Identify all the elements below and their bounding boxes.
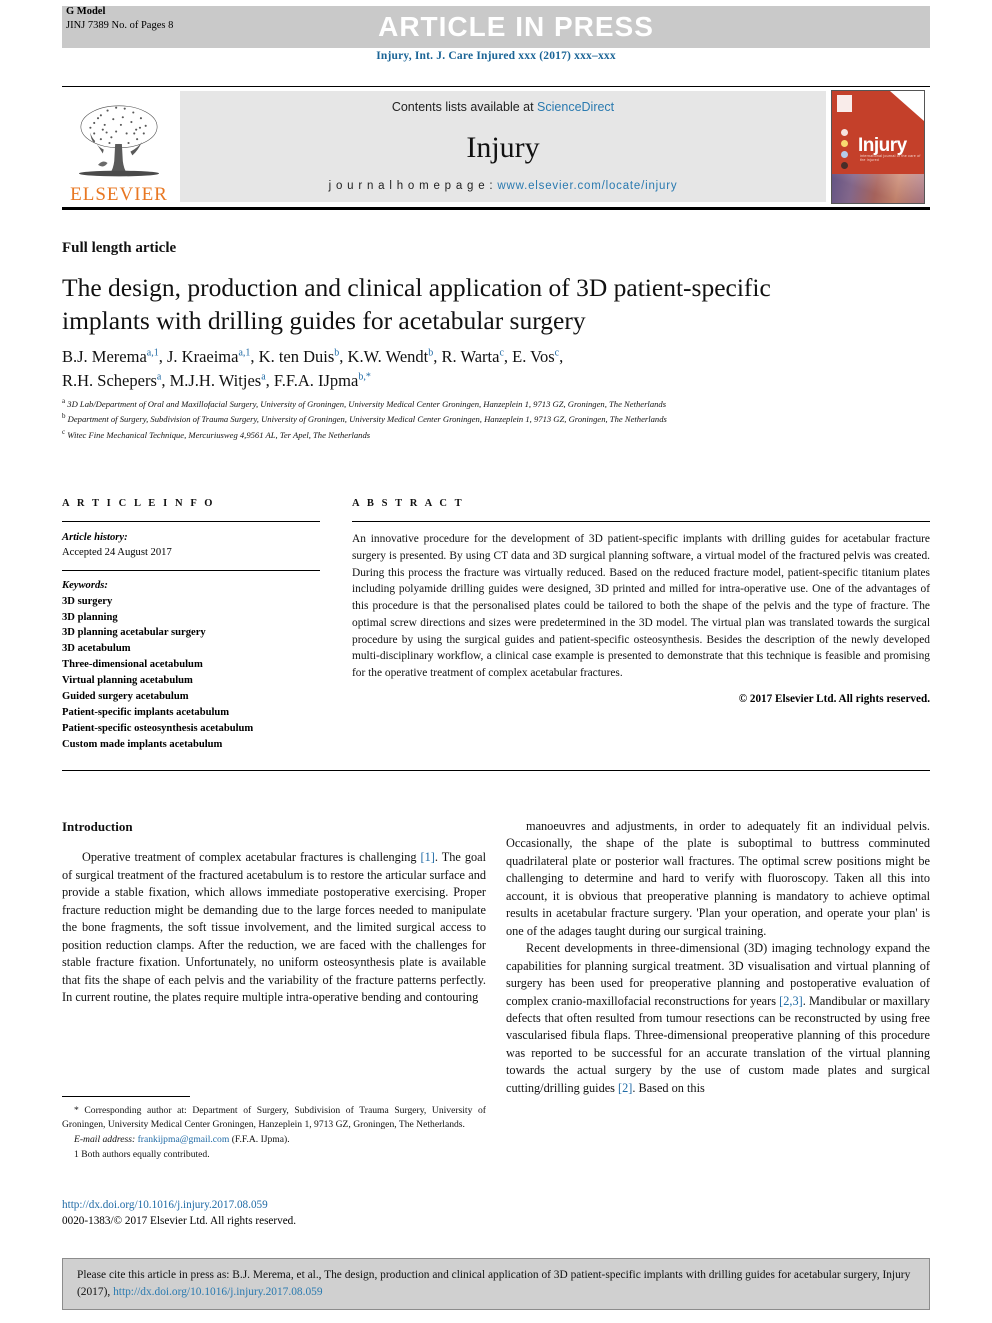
contents-prefix: Contents lists available at: [391, 100, 538, 114]
cover-logo-box: [837, 95, 852, 112]
affiliation-list: a 3D Lab/Department of Oral and Maxillof…: [62, 396, 892, 442]
email-label: E-mail address:: [74, 1133, 136, 1145]
footnote-block: * Corresponding author at: Department of…: [62, 1096, 486, 1163]
journal-masthead: ELSEVIER Contents lists available at Sci…: [62, 86, 930, 210]
email-note: E-mail address: frankijpma@gmail.com (F.…: [62, 1133, 486, 1147]
cite-doi-link[interactable]: http://dx.doi.org/10.1016/j.injury.2017.…: [113, 1286, 322, 1298]
contents-available-line: Contents lists available at ScienceDirec…: [392, 100, 614, 114]
keyword-item: Patient-specific implants acetabulum: [62, 706, 230, 718]
article-history: Article history: Accepted 24 August 2017: [62, 522, 320, 570]
author-list: B.J. Meremaa,1, J. Kraeimaa,1, K. ten Du…: [62, 345, 882, 393]
journal-cover-thumbnail: Injury international journal of the care…: [826, 87, 930, 207]
keyword-item: Guided surgery acetabulum: [62, 690, 189, 702]
body-column-right: manoeuvres and adjustments, in order to …: [506, 818, 930, 1097]
elsevier-wordmark: ELSEVIER: [70, 184, 168, 205]
abstract-text: An innovative procedure for the developm…: [352, 533, 930, 680]
intro-paragraph-1: Operative treatment of complex acetabula…: [62, 849, 486, 1006]
elsevier-logo: ELSEVIER: [62, 87, 180, 207]
body-column-left: Introduction Operative treatment of comp…: [62, 818, 486, 1007]
journal-homepage-link[interactable]: www.elsevier.com/locate/injury: [497, 180, 677, 192]
introduction-heading: Introduction: [62, 819, 133, 834]
press-banner-text: ARTICLE IN PRESS: [378, 11, 654, 42]
affiliation-c: c Witec Fine Mechanical Technique, Mercu…: [62, 427, 371, 440]
manuscript-marker: G Model JINJ 7389 No. of Pages 8: [66, 5, 173, 33]
article-history-value: Accepted 24 August 2017: [62, 547, 172, 559]
keyword-item: 3D planning: [62, 611, 118, 623]
homepage-label: j o u r n a l h o m e p a g e :: [328, 180, 498, 192]
cover-image: Injury international journal of the care…: [831, 90, 925, 204]
keyword-item: 3D surgery: [62, 595, 113, 607]
abstract-copyright: © 2017 Elsevier Ltd. All rights reserved…: [738, 692, 930, 705]
abstract-heading: A B S T R A C T: [352, 498, 465, 509]
masthead-center-panel: Contents lists available at ScienceDirec…: [180, 91, 826, 202]
article-type-label: Full length article: [62, 240, 177, 256]
citation-ref-2-3[interactable]: [2,3]: [779, 994, 803, 1008]
cover-corner-fold: [890, 91, 924, 121]
affiliation-a: a 3D Lab/Department of Oral and Maxillof…: [62, 397, 667, 409]
journal-running-citation: Injury, Int. J. Care Injured xxx (2017) …: [376, 50, 616, 62]
keyword-item: Patient-specific osteosynthesis acetabul…: [62, 722, 254, 734]
article-info-heading: A R T I C L E I N F O: [62, 498, 216, 509]
issn-copyright-line: 0020-1383/© 2017 Elsevier Ltd. All right…: [62, 1214, 297, 1227]
keyword-item: 3D acetabulum: [62, 643, 131, 655]
citation-ref-2[interactable]: [2]: [618, 1081, 632, 1095]
info-abstract-block: A R T I C L E I N F O Article history: A…: [62, 498, 930, 753]
article-history-label: Article history:: [62, 532, 128, 543]
author-line-1: B.J. Meremaa,1, J. Kraeimaa,1, K. ten Du…: [62, 347, 564, 366]
abstract-bottom-rule: [62, 770, 930, 771]
keyword-item: Virtual planning acetabulum: [62, 675, 193, 687]
email-owner: (F.F.A. IJpma).: [231, 1133, 290, 1145]
email-link[interactable]: frankijpma@gmail.com: [138, 1134, 230, 1145]
please-cite-box: Please cite this article in press as: B.…: [62, 1258, 930, 1310]
keyword-list: Keywords: 3D surgery 3D planning 3D plan…: [62, 571, 320, 753]
author-line-2: R.H. Schepersa, M.J.H. Witjesa, F.F.A. I…: [62, 370, 371, 390]
intro-p1-part-b: . The goal of surgical treatment of the …: [62, 850, 486, 1005]
cover-photo-strip: [832, 173, 924, 203]
journal-homepage-line: j o u r n a l h o m e p a g e : www.else…: [329, 180, 678, 192]
affiliation-a-text: 3D Lab/Department of Oral and Maxillofac…: [67, 398, 667, 409]
article-info-column: A R T I C L E I N F O Article history: A…: [62, 498, 320, 753]
keyword-item: Custom made implants acetabulum: [62, 738, 223, 750]
intro-p2-part-b: . Mandibular or maxillary defects that o…: [506, 993, 930, 1095]
affiliation-c-text: Witec Fine Mechanical Technique, Mercuri…: [67, 429, 371, 440]
sciencedirect-link[interactable]: ScienceDirect: [537, 100, 614, 114]
keyword-item: 3D planning acetabular surgery: [62, 627, 206, 639]
paper-page: ARTICLE IN PRESS G Model JINJ 7389 No. o…: [0, 0, 992, 1323]
cover-journal-title: Injury: [858, 134, 907, 156]
journal-title: Injury: [466, 131, 540, 164]
page-title: The design, production and clinical appl…: [62, 273, 771, 335]
affiliation-b: b Department of Surgery, Subdivision of …: [62, 412, 667, 425]
g-model-label: G Model: [66, 6, 106, 17]
equal-contribution-note: 1 Both authors equally contributed.: [74, 1148, 210, 1160]
corresponding-author-note: * Corresponding author at: Department of…: [62, 1105, 486, 1130]
elsevier-tree-icon: [78, 105, 160, 177]
article-in-press-banner: ARTICLE IN PRESS: [62, 6, 930, 48]
intro-p1-part-a: Operative treatment of complex acetabula…: [82, 850, 421, 865]
doi-link[interactable]: http://dx.doi.org/10.1016/j.injury.2017.…: [62, 1198, 512, 1214]
abstract-column: A B S T R A C T An innovative procedure …: [352, 498, 930, 753]
intro-p2-part-c: . Based on this: [632, 1080, 705, 1095]
footnote-divider: [62, 1096, 190, 1097]
keywords-label: Keywords:: [62, 579, 108, 591]
intro-paragraph-2: Recent developments in three-dimensional…: [506, 940, 930, 1097]
citation-ref-1[interactable]: [1]: [421, 850, 435, 864]
cover-journal-subtitle: international journal of the care of the…: [860, 153, 921, 162]
keyword-item: Three-dimensional acetabulum: [62, 659, 203, 671]
intro-paragraph-1-continued: manoeuvres and adjustments, in order to …: [506, 819, 930, 938]
doi-block: http://dx.doi.org/10.1016/j.injury.2017.…: [62, 1198, 512, 1230]
affiliation-b-text: Department of Surgery, Subdivision of Tr…: [67, 414, 667, 425]
manuscript-id: JINJ 7389 No. of Pages 8: [66, 19, 174, 31]
